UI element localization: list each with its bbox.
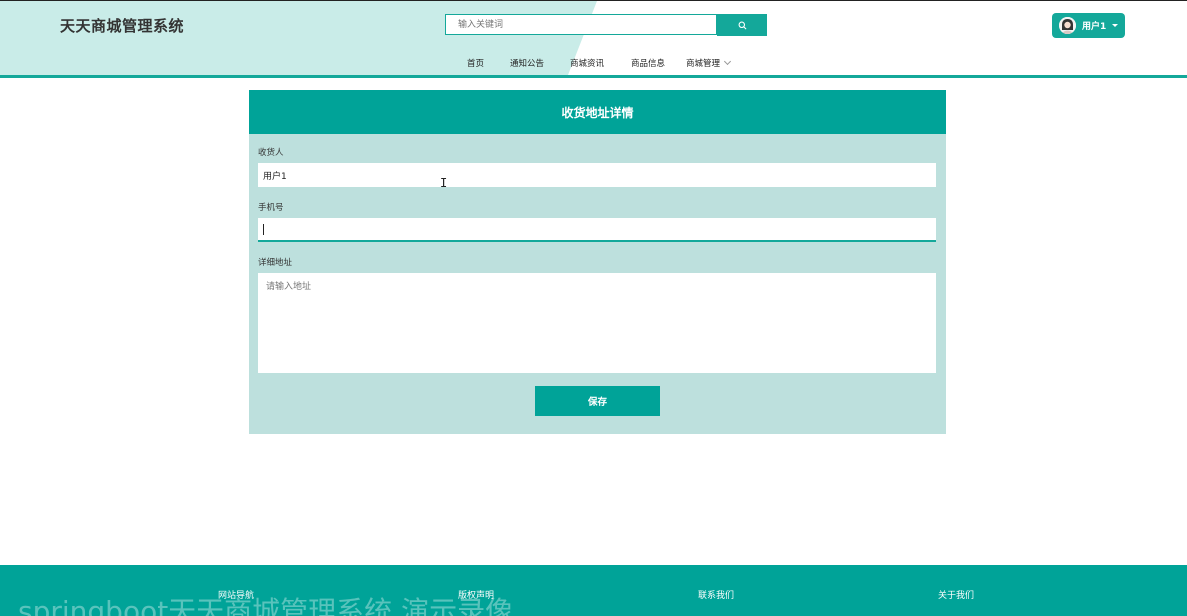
panel-title: 收货地址详情 xyxy=(249,90,946,134)
user-menu-button[interactable]: 用户1 xyxy=(1052,13,1125,38)
nav-item-products[interactable]: 商品信息 xyxy=(631,57,665,69)
caret-down-icon xyxy=(1112,24,1119,27)
footer-link-copyright[interactable]: 版权声明 xyxy=(458,588,494,601)
footer-link-contact[interactable]: 联系我们 xyxy=(698,588,734,601)
receiver-input[interactable] xyxy=(258,163,936,187)
chevron-down-icon xyxy=(723,57,732,66)
search-button[interactable] xyxy=(717,14,767,36)
nav-item-management[interactable]: 商城管理 xyxy=(686,57,732,69)
nav-item-home[interactable]: 首页 xyxy=(467,57,484,69)
text-cursor-icon: I xyxy=(440,176,448,190)
nav-item-news[interactable]: 商城资讯 xyxy=(570,57,604,69)
address-textarea[interactable] xyxy=(258,273,936,373)
user-avatar-icon xyxy=(1059,17,1076,34)
save-button[interactable]: 保存 xyxy=(535,386,660,416)
address-label: 详细地址 xyxy=(258,258,293,268)
receiver-label: 收货人 xyxy=(258,148,284,158)
main-nav: 首页 通知公告 商城资讯 商品信息 商城管理 xyxy=(0,57,1187,71)
footer-link-about[interactable]: 关于我们 xyxy=(938,588,974,601)
site-title: 天天商城管理系统 xyxy=(60,17,185,35)
nav-item-notice[interactable]: 通知公告 xyxy=(510,57,544,69)
avatar xyxy=(1059,17,1076,34)
input-caret xyxy=(263,224,264,235)
search-icon xyxy=(738,21,746,29)
site-footer: springboot天天商城管理系统 演示录像 网站导航 版权声明 联系我们 关… xyxy=(0,565,1187,616)
footer-link-site-nav[interactable]: 网站导航 xyxy=(218,588,254,601)
address-detail-panel: 收货地址详情 收货人 手机号 详细地址 保存 xyxy=(249,90,946,434)
phone-input[interactable] xyxy=(258,218,936,242)
nav-item-management-label: 商城管理 xyxy=(686,59,721,69)
search-input[interactable] xyxy=(445,14,717,35)
site-header: 天天商城管理系统 用户1 首页 通知公告 商城资讯 商品信息 商城管理 xyxy=(0,0,1187,78)
video-watermark: springboot天天商城管理系统 演示录像 xyxy=(18,595,514,616)
phone-label: 手机号 xyxy=(258,203,284,213)
user-name: 用户1 xyxy=(1082,22,1107,32)
